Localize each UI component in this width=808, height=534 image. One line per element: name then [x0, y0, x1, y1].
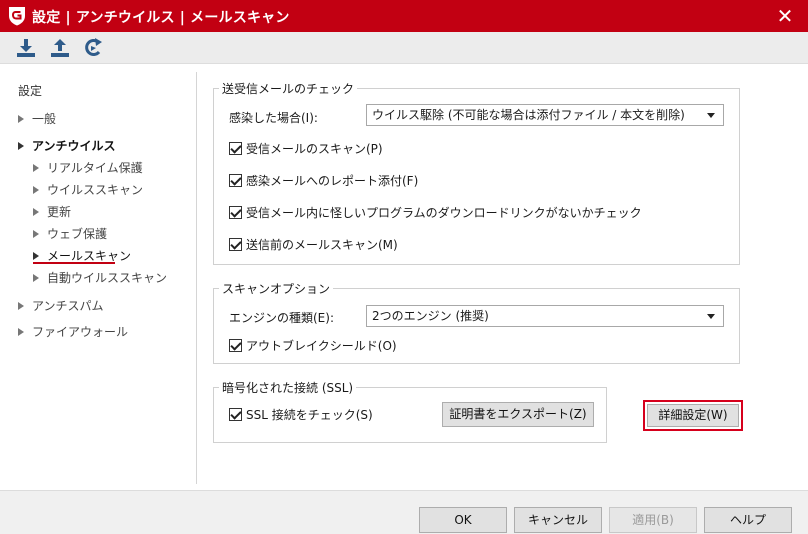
- sidebar-item-antivirus[interactable]: アンチウイルス: [0, 136, 116, 156]
- sidebar-item-general[interactable]: 一般: [0, 109, 56, 129]
- title-bar: 設定 | アンチウイルス | メールスキャン ✕: [0, 0, 808, 32]
- help-button[interactable]: ヘルプ: [704, 507, 792, 533]
- checkbox-checked-icon: [229, 238, 242, 251]
- sidebar-header: 設定: [18, 84, 43, 98]
- ok-button[interactable]: OK: [419, 507, 507, 533]
- expand-arrow-icon: [33, 229, 39, 238]
- checkbox-checked-icon: [229, 142, 242, 155]
- expand-arrow-icon: [33, 207, 39, 216]
- scan-incoming-checkbox[interactable]: 受信メールのスキャン(P): [229, 142, 383, 156]
- sidebar-item-auto-scan[interactable]: 自動ウイルススキャン: [0, 268, 167, 288]
- infected-action-select[interactable]: ウイルス駆除 (不可能な場合は添付ファイル / 本文を削除): [366, 104, 724, 126]
- active-item-underline: [33, 262, 115, 264]
- checkbox-checked-icon: [229, 174, 242, 187]
- ssl-group-title: 暗号化された接続 (SSL): [219, 379, 357, 396]
- chevron-down-icon: [707, 314, 715, 319]
- reset-icon[interactable]: [83, 37, 105, 59]
- chevron-down-icon: [707, 113, 715, 118]
- expand-arrow-icon: [18, 114, 24, 123]
- engine-type-select[interactable]: 2つのエンジン (推奨): [366, 305, 724, 327]
- expand-arrow-icon: [33, 163, 39, 172]
- window-title: 設定 | アンチウイルス | メールスキャン: [32, 10, 290, 26]
- sidebar-item-antispam[interactable]: アンチスパム: [0, 296, 104, 316]
- engine-type-label: エンジンの種類(E):: [229, 311, 334, 325]
- checkbox-checked-icon: [229, 408, 242, 421]
- gdata-logo-icon: [9, 7, 25, 26]
- scan-outgoing-checkbox[interactable]: 送信前のメールスキャン(M): [229, 238, 398, 252]
- sidebar-divider: [196, 72, 197, 484]
- checkbox-checked-icon: [229, 339, 242, 352]
- import-icon[interactable]: [15, 37, 37, 59]
- apply-button[interactable]: 適用(B): [609, 507, 697, 533]
- sidebar-item-realtime-protection[interactable]: リアルタイム保護: [0, 158, 143, 178]
- engine-type-value: 2つのエンジン (推奨): [372, 309, 489, 323]
- checkbox-checked-icon: [229, 206, 242, 219]
- sidebar-item-web-protection[interactable]: ウェブ保護: [0, 224, 107, 244]
- infected-action-label: 感染した場合(I):: [229, 111, 318, 125]
- sidebar-item-firewall[interactable]: ファイアウォール: [0, 322, 128, 342]
- export-certificate-button[interactable]: 証明書をエクスポート(Z): [442, 402, 594, 427]
- scan-options-group-title: スキャンオプション: [219, 280, 334, 297]
- sidebar-item-virus-scan[interactable]: ウイルススキャン: [0, 180, 143, 200]
- sidebar-item-update[interactable]: 更新: [0, 202, 71, 222]
- infected-action-value: ウイルス駆除 (不可能な場合は添付ファイル / 本文を削除): [372, 108, 685, 122]
- mail-check-group-title: 送受信メールのチェック: [219, 80, 358, 97]
- expand-arrow-icon: [33, 273, 39, 282]
- outbreak-shield-checkbox[interactable]: アウトブレイクシールド(O): [229, 339, 397, 353]
- check-download-links-checkbox[interactable]: 受信メール内に怪しいプログラムのダウンロードリンクがないかチェック: [229, 206, 642, 220]
- toolbar: [0, 32, 808, 64]
- attach-report-checkbox[interactable]: 感染メールへのレポート添付(F): [229, 174, 418, 188]
- expanded-arrow-icon: [18, 141, 24, 150]
- close-icon[interactable]: ✕: [762, 0, 808, 32]
- expand-arrow-icon: [18, 301, 24, 310]
- expand-arrow-icon: [18, 327, 24, 336]
- expand-arrow-icon: [33, 185, 39, 194]
- selected-arrow-icon: [33, 251, 39, 260]
- sidebar: 設定 一般 アンチウイルス リアルタイム保護 ウイルススキャン 更新 ウェブ保護…: [0, 65, 196, 483]
- advanced-settings-button[interactable]: 詳細設定(W): [647, 404, 739, 427]
- ssl-check-checkbox[interactable]: SSL 接続をチェック(S): [229, 408, 373, 422]
- cancel-button[interactable]: キャンセル: [514, 507, 602, 533]
- export-icon[interactable]: [49, 37, 71, 59]
